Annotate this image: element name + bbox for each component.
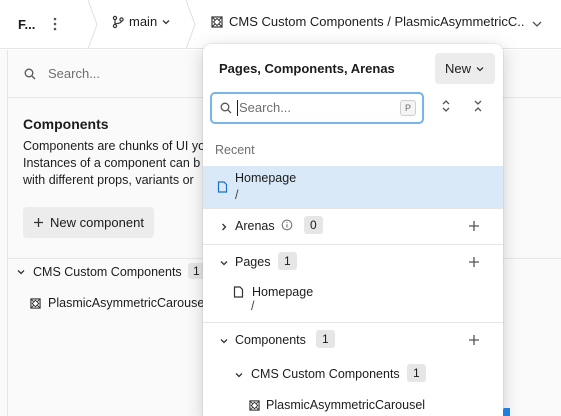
component-group-cms[interactable]: CMS Custom Components 1 (203, 360, 503, 390)
pages-label: Pages (235, 255, 271, 269)
git-branch-icon (112, 15, 124, 28)
branch-name: main (129, 14, 158, 29)
add-arena-icon[interactable] (468, 220, 480, 232)
component-name: PlasmicAsymmetricCarousel (48, 296, 208, 310)
chevron-down-icon[interactable] (531, 18, 543, 30)
accent-button-edge[interactable] (503, 408, 510, 416)
components-label: Components (235, 333, 306, 347)
add-page-icon[interactable] (468, 256, 480, 268)
group-label: CMS Custom Components (33, 265, 182, 279)
arena-path-selector[interactable]: CMS Custom Components / PlasmicAsymmetri… (211, 14, 525, 29)
chevron-down-icon (220, 261, 228, 266)
chevron-down-icon (235, 373, 243, 378)
expand-all-icon[interactable] (439, 99, 453, 113)
component-icon (30, 297, 41, 309)
popover-title: Pages, Components, Arenas (219, 61, 395, 76)
chevron-down-icon (476, 66, 484, 71)
page-icon (233, 286, 244, 298)
new-button[interactable]: New (435, 53, 495, 84)
current-path: CMS Custom Components / PlasmicAsymmetri… (229, 14, 525, 29)
description-line: Components are chunks of UI yo (23, 139, 206, 153)
more-options-icon[interactable] (48, 14, 62, 34)
page-name: Homepage (235, 171, 297, 185)
page-icon (217, 181, 228, 193)
search-icon (220, 102, 232, 114)
chevron-right-icon (222, 223, 227, 231)
component-item[interactable]: PlasmicAsymmetricCarousel (249, 398, 425, 412)
new-component-button[interactable]: New component (23, 207, 154, 238)
info-icon[interactable] (281, 219, 293, 231)
components-description: Components are chunks of UI yo Instances… (23, 138, 213, 189)
chevron-down-icon (220, 339, 228, 344)
search-icon (24, 68, 36, 80)
shortcut-key-badge: P (399, 100, 416, 116)
text-caret (237, 100, 238, 116)
recent-item-homepage[interactable]: Homepage / (203, 166, 503, 208)
left-component-item[interactable]: PlasmicAsymmetricCarousel (30, 296, 207, 310)
add-component-icon[interactable] (468, 334, 480, 346)
chevron-down-icon (17, 270, 25, 275)
component-name: PlasmicAsymmetricCarousel (266, 398, 426, 412)
panel-divider (7, 50, 8, 416)
left-search-placeholder: Search... (48, 66, 101, 81)
pages-section-header[interactable]: Pages 1 (203, 244, 503, 280)
description-line: with different props, variants or (23, 173, 194, 187)
page-path: / (251, 299, 255, 313)
chevron-down-icon (162, 19, 170, 24)
pages-count-badge: 1 (278, 252, 297, 270)
branch-selector[interactable]: main (111, 14, 171, 29)
components-heading: Components (23, 116, 109, 132)
arenas-count-badge: 0 (304, 216, 323, 234)
arenas-section-header[interactable]: Arenas 0 (203, 208, 503, 244)
component-icon (249, 399, 260, 411)
plus-icon (34, 218, 43, 227)
component-icon (211, 15, 223, 28)
page-path: / (235, 188, 239, 202)
search-placeholder: Search... (239, 100, 292, 115)
page-item-homepage[interactable]: Homepage / (233, 285, 313, 313)
components-count-badge: 1 (316, 330, 335, 348)
project-name[interactable]: F... (18, 17, 35, 32)
project-navigator-popover: Pages, Components, Arenas New Search... … (203, 44, 503, 416)
new-button-label: New (444, 61, 471, 76)
breadcrumb-separator-icon (87, 0, 98, 49)
top-bar: F... main CMS Custom Components / Plasmi… (0, 0, 561, 49)
breadcrumb-separator-icon (185, 0, 196, 49)
recent-heading: Recent (215, 143, 255, 157)
collapse-all-icon[interactable] (471, 99, 485, 113)
page-name: Homepage (252, 285, 314, 299)
arenas-label: Arenas (235, 219, 275, 233)
components-section-header[interactable]: Components 1 (203, 322, 503, 358)
group-count-badge: 1 (407, 364, 426, 382)
popover-search-input[interactable]: Search... P (210, 92, 424, 124)
description-line: Instances of a component can b (23, 156, 201, 170)
new-component-label: New component (50, 215, 144, 230)
group-label: CMS Custom Components (251, 367, 400, 381)
